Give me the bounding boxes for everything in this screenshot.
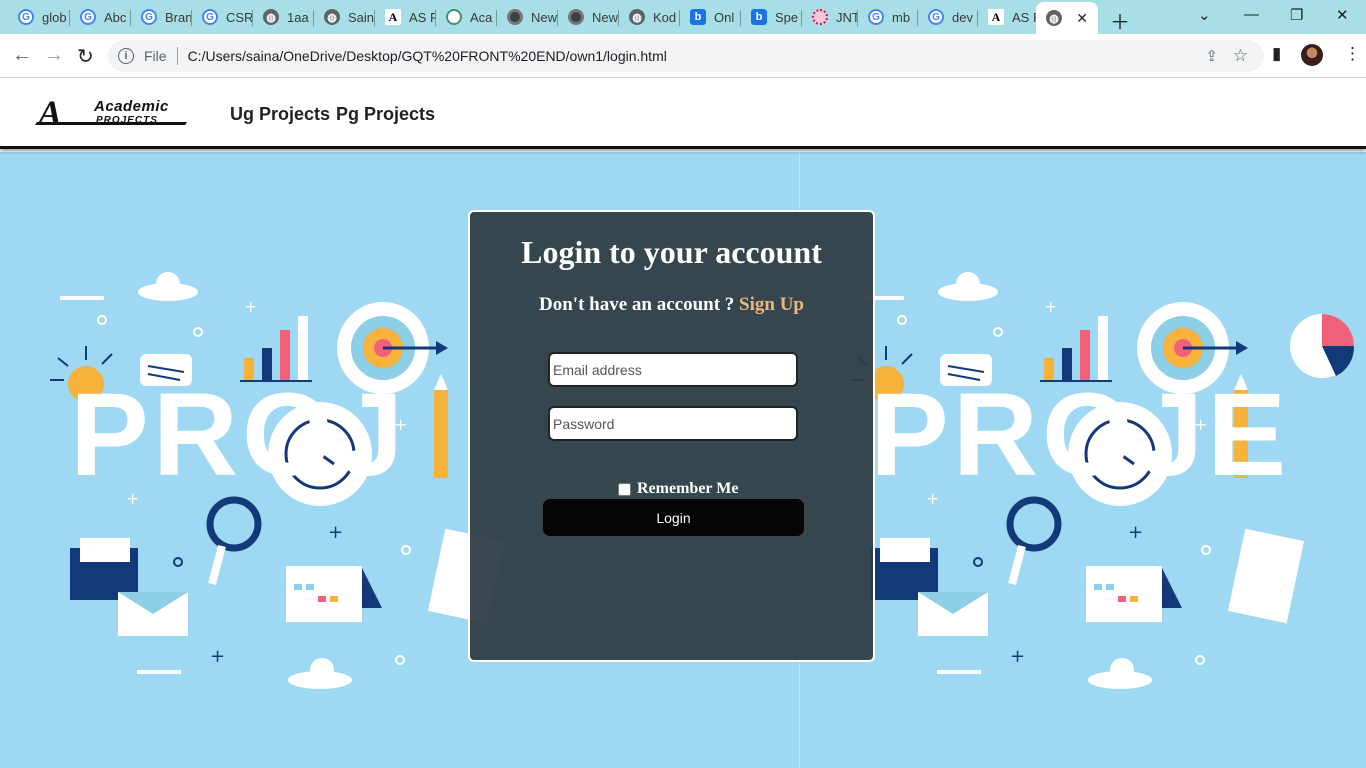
browser-tab[interactable]: ◍ Sain <box>314 4 375 30</box>
email-field[interactable] <box>548 352 798 387</box>
b-logo-icon: b <box>751 9 767 25</box>
login-button[interactable]: Login <box>542 498 805 537</box>
profile-avatar[interactable] <box>1301 44 1323 66</box>
signup-prompt: Don't have an account ? Sign Up <box>539 294 804 315</box>
bookmark-star-icon[interactable]: ☆ <box>1233 46 1248 66</box>
nav-pg-projects[interactable]: Pg Projects <box>336 104 435 125</box>
globe-icon: ◍ <box>263 9 279 25</box>
globe-icon: ◍ <box>324 9 340 25</box>
google-icon: G <box>80 9 96 25</box>
google-icon: G <box>18 9 34 25</box>
forward-arrow-icon[interactable]: → <box>44 44 64 67</box>
browser-toolbar: ← → ↻ i File C:/Users/saina/OneDrive/Des… <box>0 34 1366 78</box>
new-tab-button[interactable]: ＋ <box>1110 6 1130 35</box>
close-window-button[interactable]: ✕ <box>1336 6 1349 24</box>
url-text[interactable]: C:/Users/saina/OneDrive/Desktop/GQT%20FR… <box>188 48 667 64</box>
globe-icon: ◍ <box>1046 10 1062 26</box>
password-field[interactable] <box>548 406 798 441</box>
minimize-button[interactable]: — <box>1244 6 1259 23</box>
remember-me[interactable]: Remember Me <box>618 480 738 498</box>
restore-button[interactable]: ❐ <box>1290 6 1303 24</box>
browser-tab[interactable]: ◍ Kod <box>619 4 680 30</box>
browser-tab[interactable]: Gglob <box>8 4 70 30</box>
nav-ug-projects[interactable]: Ug Projects <box>230 104 330 125</box>
google-icon: G <box>202 9 218 25</box>
browser-tab[interactable]: New <box>497 4 558 30</box>
jnt-icon <box>812 9 828 25</box>
signup-link[interactable]: Sign Up <box>739 294 804 315</box>
tab-search-icon[interactable]: ⌄ <box>1198 6 1211 24</box>
login-title: Login to your account <box>521 234 822 270</box>
login-card: Login to your account Don't have an acco… <box>468 210 875 662</box>
browser-tab[interactable]: G CSR <box>192 4 253 30</box>
browser-tab[interactable]: ◍ 1aa <box>253 4 314 30</box>
file-scheme-label: File <box>144 48 167 64</box>
reload-icon[interactable]: ↻ <box>77 44 94 69</box>
chrome-icon <box>507 9 523 25</box>
academic-projects-logo[interactable]: A Academic PROJECTS <box>35 95 211 131</box>
browser-tab-active[interactable]: ◍ ✕ <box>1036 2 1098 34</box>
a-logo-icon: A <box>988 9 1004 25</box>
browser-tab[interactable]: b Spe <box>741 4 802 30</box>
google-icon: G <box>868 9 884 25</box>
svg-text:+: + <box>244 297 257 316</box>
google-icon: G <box>928 9 944 25</box>
browser-tab[interactable]: Gmb <box>858 4 918 30</box>
bg-word-right: PROJE <box>870 369 1291 501</box>
google-icon: G <box>141 9 157 25</box>
openai-icon <box>446 9 462 25</box>
svg-text:+: + <box>210 646 225 667</box>
b-logo-icon: b <box>690 9 706 25</box>
remember-me-checkbox[interactable] <box>618 482 631 496</box>
browser-tab[interactable]: AAS P <box>375 4 436 30</box>
browser-tab[interactable]: Aca <box>436 4 497 30</box>
site-header: A Academic PROJECTS Ug Projects Pg Proje… <box>0 78 1366 149</box>
globe-icon: ◍ <box>629 9 645 25</box>
browser-tab[interactable]: New <box>558 4 619 30</box>
side-panel-icon[interactable]: ▮ <box>1272 44 1281 64</box>
browser-tab[interactable]: G Abc <box>70 4 131 30</box>
close-tab-icon[interactable]: ✕ <box>1076 10 1088 27</box>
remember-me-label: Remember Me <box>637 480 739 497</box>
chrome-icon <box>568 9 584 25</box>
info-icon[interactable]: i <box>118 48 134 64</box>
bg-word-left: PROJ <box>70 369 408 501</box>
browser-tab[interactable]: AAS P <box>978 4 1036 30</box>
menu-kebab-icon[interactable]: ⋮ <box>1344 44 1361 64</box>
browser-tab[interactable]: b Onl <box>680 4 741 30</box>
a-logo-icon: A <box>385 9 401 25</box>
browser-tabstrip: Gglob G Abc G Bran G CSR ◍ 1aa ◍ Sain A AS P A… <box>0 0 1366 34</box>
share-icon[interactable]: ⇪ <box>1205 47 1218 65</box>
browser-tab[interactable]: JNT <box>802 4 858 30</box>
back-arrow-icon[interactable]: ← <box>12 44 32 67</box>
address-bar[interactable]: i File C:/Users/saina/OneDrive/Desktop/G… <box>108 40 1264 72</box>
browser-tab[interactable]: G Bran <box>131 4 192 30</box>
svg-text:+: + <box>328 522 343 543</box>
browser-tab[interactable]: Gdev <box>918 4 978 30</box>
